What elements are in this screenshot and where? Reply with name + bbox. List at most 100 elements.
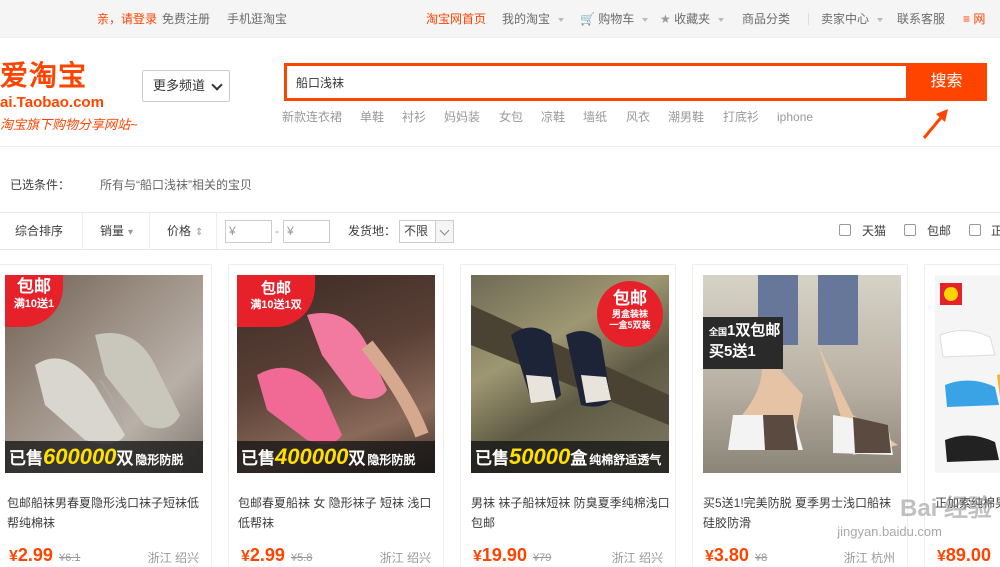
product-price: ¥2.99 ¥5.8 — [241, 545, 312, 566]
sock-photo-icon — [939, 283, 1000, 462]
aitaobao-logo[interactable]: 爱淘宝 — [0, 60, 87, 92]
product-image[interactable]: 包邮 满10送1 已售600000双 隐形防脱 — [5, 275, 203, 473]
sort-comprehensive[interactable]: 综合排序 — [3, 213, 83, 249]
yen-symbol: ¥ — [937, 548, 946, 565]
product-card[interactable]: 包邮 男盒装袜 一盒5双装 已售50000盒 纯棉舒适透气 男袜 袜子船袜短袜 防… — [460, 264, 676, 567]
taobao-home-link[interactable]: 淘宝网首页 — [426, 12, 486, 26]
product-image[interactable] — [935, 275, 1000, 473]
register-link[interactable]: 免费注册 — [162, 12, 210, 26]
login-link[interactable]: 亲，请登录 — [97, 12, 157, 26]
badge-main: 包邮 — [613, 289, 647, 308]
site-nav-menu[interactable]: ≡ 网 — [963, 12, 985, 26]
product-location: 浙江 杭州 — [843, 551, 895, 565]
product-title[interactable]: 包邮船袜男春夏隐形浅口袜子短袜低帮纯棉袜 — [7, 493, 207, 533]
hot-word-link[interactable]: 妈妈装 — [444, 110, 480, 124]
seller-center-label: 卖家中心 — [821, 12, 870, 26]
more-channels-dropdown[interactable]: 更多频道 — [142, 70, 230, 102]
promo-badge: 全国1双包邮 买5送1 — [703, 317, 783, 369]
logo-slogan: 淘宝旗下购物分享网站~ — [0, 117, 138, 132]
favorites-menu[interactable]: ★ 收藏夹 — [660, 12, 725, 26]
hot-word-link[interactable]: 潮男鞋 — [668, 110, 704, 124]
tmall-checkbox[interactable] — [839, 224, 851, 236]
sold-banner: 已售600000双 隐形防脱 — [5, 441, 203, 473]
selected-conditions-label: 已选条件： — [10, 178, 71, 192]
product-title[interactable]: 男袜 袜子船袜短袜 防臭夏季纯棉浅口包邮 — [471, 493, 671, 533]
hot-word-link[interactable]: iphone — [777, 110, 813, 124]
chevron-down-icon — [558, 17, 565, 22]
hot-word-link[interactable]: 女包 — [499, 110, 523, 124]
site-nav-label: 网 — [973, 12, 986, 26]
badge-line: 全国1双包邮 — [709, 321, 783, 342]
hot-word-link[interactable]: 墙纸 — [583, 110, 607, 124]
sold-count: 400000 — [275, 444, 349, 469]
my-taobao-menu[interactable]: 我的淘宝 — [502, 12, 565, 26]
product-card[interactable]: 全国1双包邮 买5送1 买5送1!完美防脱 夏季男士浅口船袜硅胶防滑 ¥3.80… — [692, 264, 908, 567]
cart-label: 购物车 — [598, 12, 635, 26]
product-location: 浙江 绍兴 — [147, 551, 199, 565]
badge-sub2: 一盒5双装 — [609, 320, 651, 330]
price-min-input[interactable]: ¥ — [225, 220, 272, 243]
categories-link[interactable]: 商品分类 — [742, 12, 790, 26]
cart-link[interactable]: 🛒 购物车 — [580, 12, 649, 26]
sort-sales-label: 销量 — [100, 224, 125, 238]
star-icon: ★ — [660, 12, 671, 26]
chevron-down-icon — [211, 79, 223, 91]
seller-center-menu[interactable]: 卖家中心 — [821, 12, 884, 26]
mobile-taobao-link[interactable]: 手机逛淘宝 — [227, 12, 287, 26]
ship-from-select[interactable]: 不限 — [399, 220, 454, 243]
chevron-down-icon — [642, 17, 649, 22]
more-channels-label: 更多频道 — [153, 78, 206, 93]
sort-updown-icon: ⇕ — [195, 227, 204, 238]
chevron-down-icon — [718, 17, 725, 22]
badge-sub: 满10送1双 — [250, 299, 302, 311]
sold-tag: 隐形防脱 — [135, 453, 184, 467]
price-max-input[interactable]: ¥ — [283, 220, 330, 243]
free-shipping-label: 包邮 — [927, 224, 952, 238]
product-price: ¥19.90 ¥79 — [473, 545, 551, 566]
product-card[interactable]: 包邮 满10送1双 已售400000双 隐形防脱 包邮春夏船袜 女 隐形袜子 短袜… — [228, 264, 444, 567]
badge-sub: 1双包邮 — [727, 322, 781, 339]
hot-word-link[interactable]: 凉鞋 — [541, 110, 565, 124]
product-card[interactable]: 包邮 满10送1 已售600000双 隐形防脱 包邮船袜男春夏隐形浅口袜子短袜低帮… — [0, 264, 212, 567]
annotation-arrow-icon — [922, 109, 948, 139]
price-value: 3.80 — [713, 545, 749, 565]
original-price: ¥6.1 — [58, 552, 81, 564]
sold-banner: 已售50000盒 纯棉舒适透气 — [471, 441, 669, 473]
chevron-down-icon — [435, 221, 453, 242]
search-box — [284, 63, 906, 101]
sold-unit: 双 — [116, 449, 134, 468]
hot-word-link[interactable]: 风衣 — [626, 110, 650, 124]
hot-word-link[interactable]: 打底衫 — [723, 110, 759, 124]
sold-count: 50000 — [509, 444, 571, 469]
cart-icon: 🛒 — [580, 12, 595, 26]
ship-from-value: 不限 — [404, 224, 429, 238]
genuine-checkbox[interactable] — [969, 224, 981, 236]
sold-banner: 已售400000双 隐形防脱 — [237, 441, 435, 473]
sock-photo-icon — [728, 275, 898, 455]
hot-word-link[interactable]: 衬衫 — [402, 110, 426, 124]
badge-sub: 满10送1 — [13, 298, 55, 310]
hot-word-link[interactable]: 单鞋 — [360, 110, 384, 124]
product-image[interactable]: 包邮 满10送1双 已售400000双 隐形防脱 — [237, 275, 435, 473]
free-shipping-checkbox[interactable] — [904, 224, 916, 236]
sort-sales[interactable]: 销量 ▾ — [88, 213, 150, 249]
product-location: 浙江 绍兴 — [379, 551, 431, 565]
customer-service-link[interactable]: 联系客服 — [897, 12, 945, 26]
site-topbar: 亲，请登录 免费注册 手机逛淘宝 淘宝网首页 我的淘宝 🛒 购物车 ★ 收藏夹 … — [0, 0, 1000, 38]
my-taobao-label: 我的淘宝 — [502, 12, 551, 26]
product-image[interactable]: 包邮 男盒装袜 一盒5双装 已售50000盒 纯棉舒适透气 — [471, 275, 669, 473]
sort-price[interactable]: 价格 ⇕ — [155, 213, 217, 249]
tmall-label: 天猫 — [862, 224, 887, 238]
search-button[interactable]: 搜索 — [906, 63, 987, 101]
badge-main: 全国 — [709, 327, 728, 337]
sort-price-label: 价格 — [167, 224, 192, 238]
product-title[interactable]: 包邮春夏船袜 女 隐形袜子 短袜 浅口低帮袜 — [238, 493, 438, 533]
sold-unit: 盒 — [570, 449, 588, 468]
caret-down-icon: ▾ — [128, 227, 134, 238]
chevron-down-icon — [877, 17, 884, 22]
product-image[interactable]: 全国1双包邮 买5送1 — [703, 275, 901, 473]
search-input[interactable] — [287, 66, 906, 98]
hot-word-link[interactable]: 新款连衣裙 — [282, 110, 342, 124]
baidu-jingyan-watermark: Bai 经验 — [899, 495, 992, 522]
product-price: ¥3.80 ¥8 — [705, 545, 767, 566]
